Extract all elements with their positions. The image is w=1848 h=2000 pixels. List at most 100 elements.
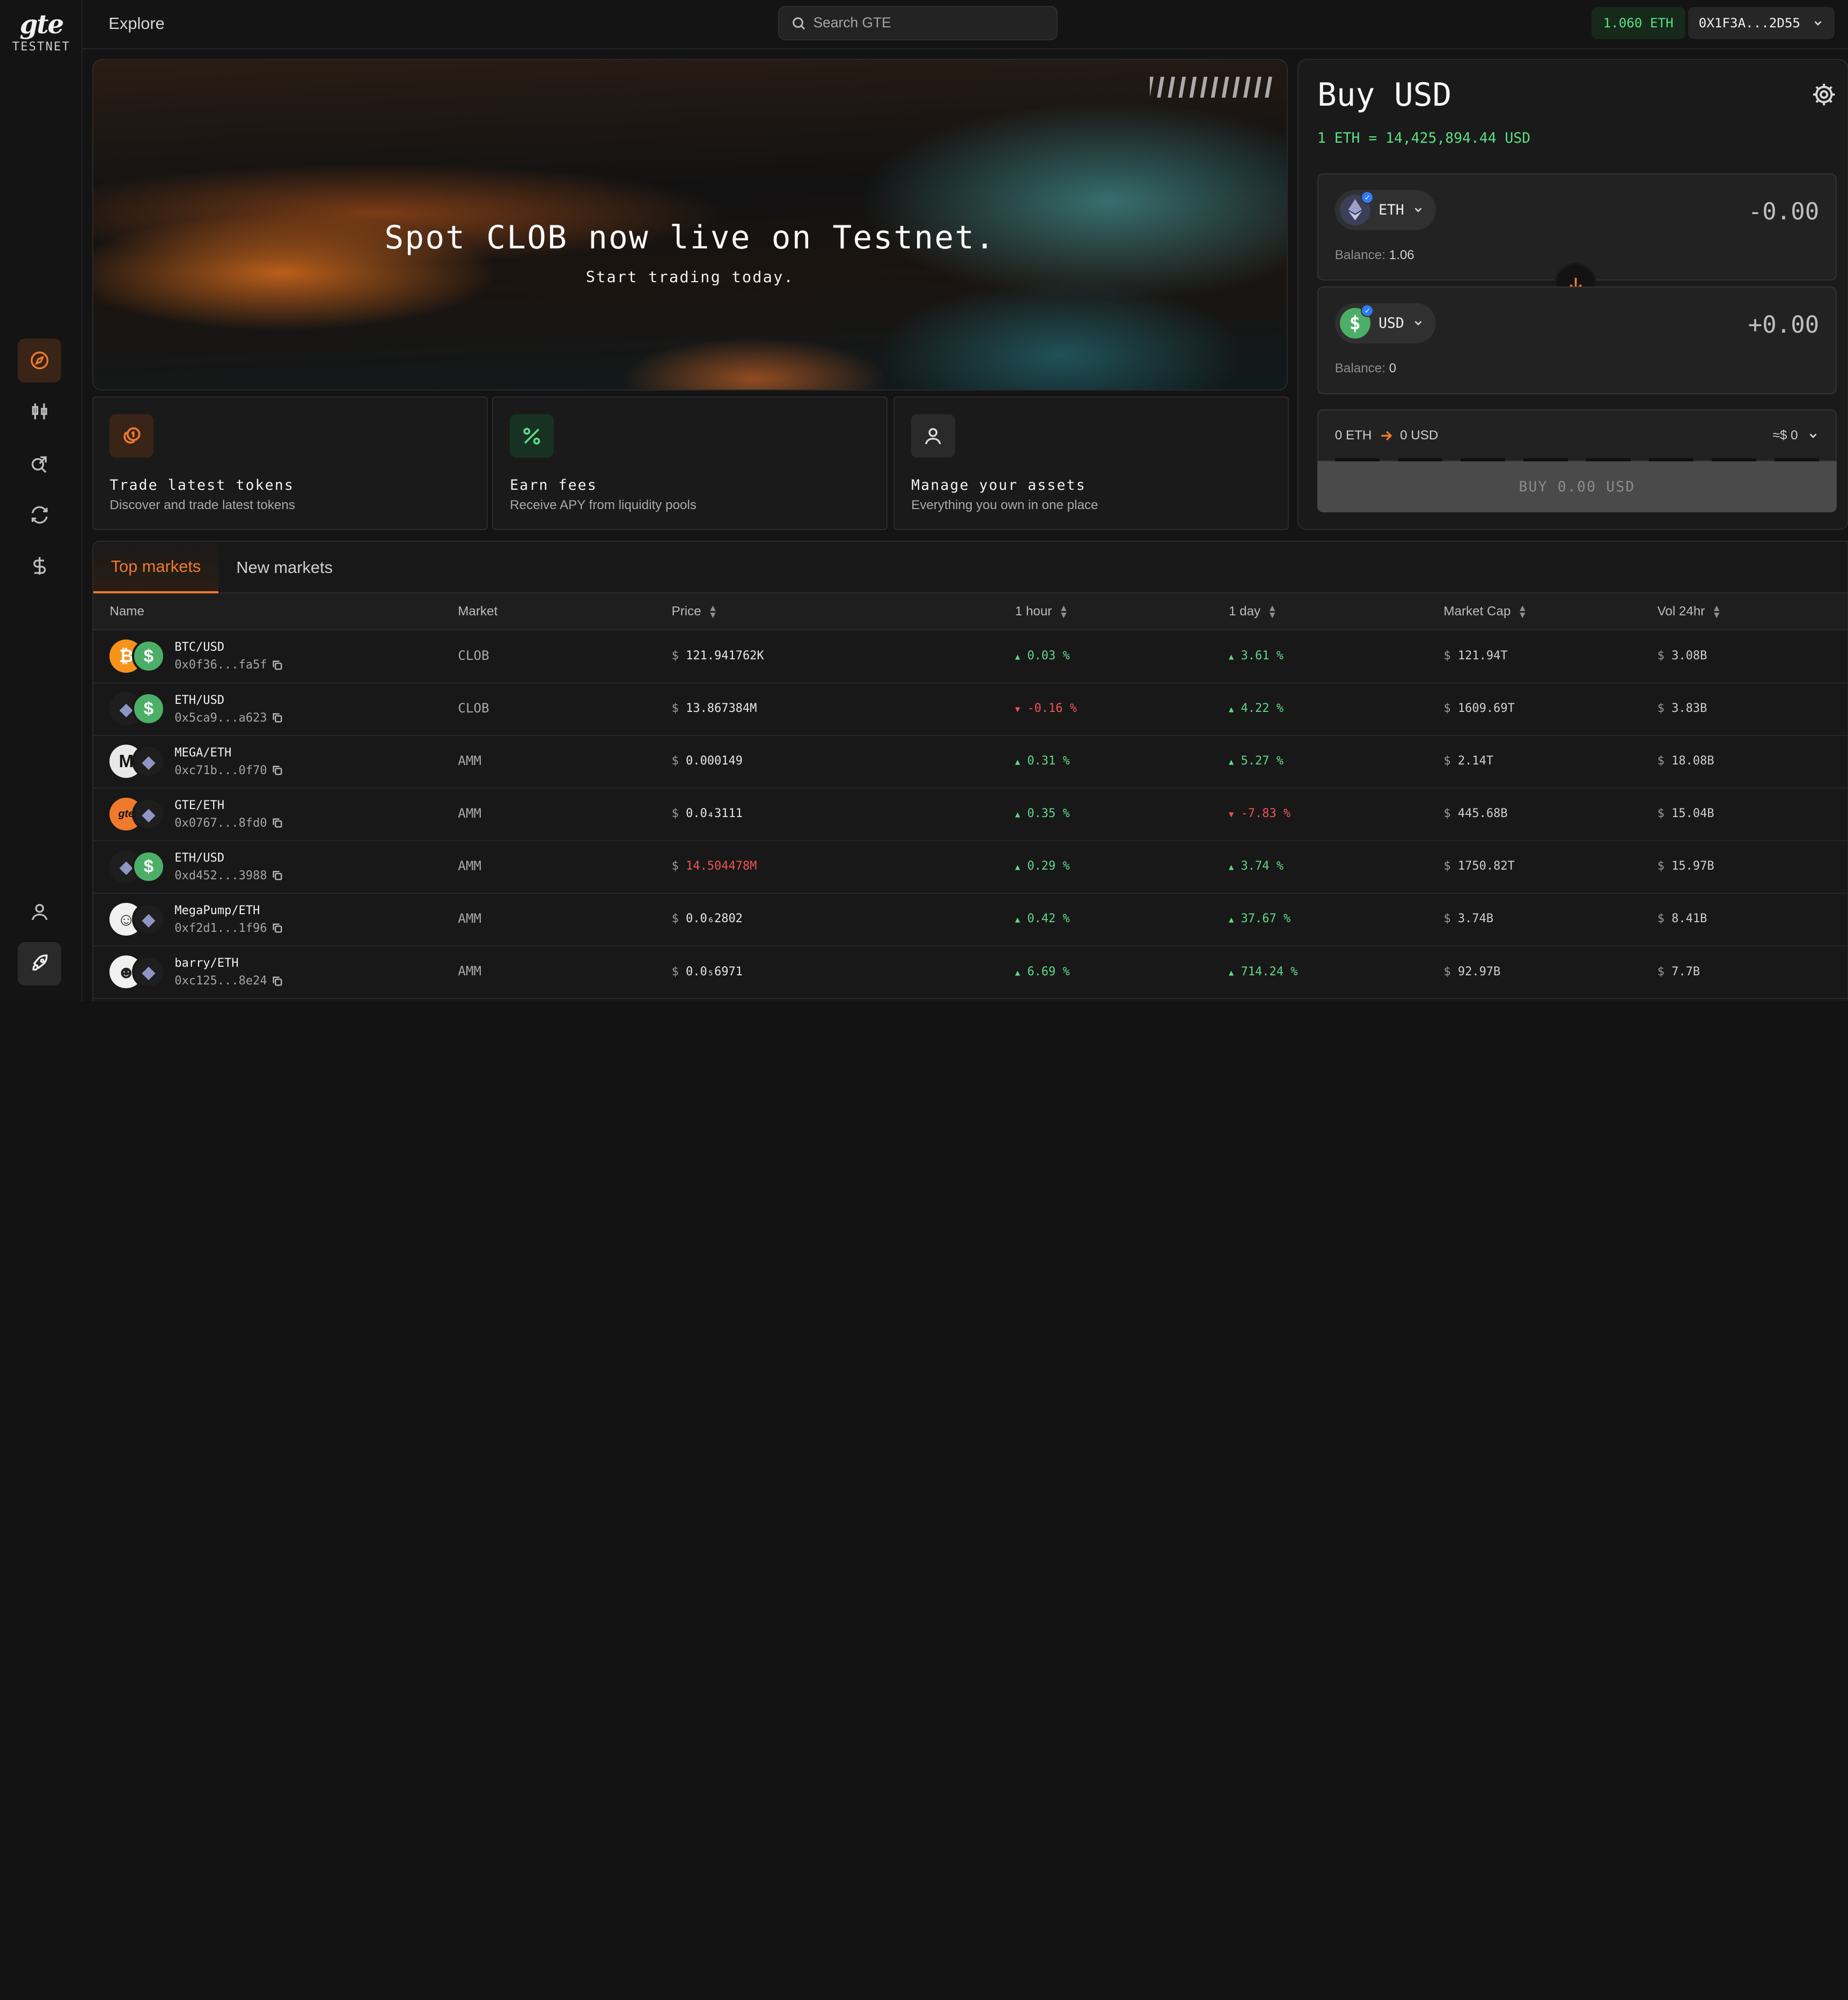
- volume-24h: $ 18.08B: [1658, 754, 1714, 768]
- pair-address-text: 0xd452...3988: [174, 869, 267, 883]
- gear-icon[interactable]: [1811, 82, 1837, 107]
- currency-symbol: $: [1443, 807, 1451, 821]
- col-price[interactable]: Price ▲ ▼: [672, 603, 718, 620]
- pair-name[interactable]: barry/ETH: [174, 957, 238, 970]
- pair-name[interactable]: MEGA/ETH: [174, 746, 231, 760]
- eth-icon: ◆: [132, 955, 165, 989]
- wallet-address: 0X1F3A...2D55: [1698, 15, 1801, 31]
- currency-symbol: $: [671, 965, 679, 979]
- pair-address: 0xc71b...0f70: [174, 764, 283, 777]
- col-mcap[interactable]: Market Cap ▲ ▼: [1443, 603, 1527, 620]
- table-row[interactable]: ☻ ◆ barry/ETH 0xc125...8e24 AMM $ 0.0₅69…: [93, 946, 1848, 999]
- copy-icon[interactable]: [272, 659, 283, 671]
- logo[interactable]: gte TESTNET: [10, 12, 74, 54]
- change-1d-value: 714.24 %: [1241, 965, 1298, 979]
- copy-icon[interactable]: [272, 764, 283, 776]
- nav-swap[interactable]: [18, 494, 61, 537]
- nav-dollar[interactable]: [18, 544, 61, 587]
- nav-earn[interactable]: [18, 442, 61, 485]
- wallet-button[interactable]: 0X1F3A...2D55: [1688, 7, 1835, 39]
- change-1h-value: 6.69 %: [1027, 965, 1070, 979]
- card-earn-fees[interactable]: Earn fees Receive APY from liquidity poo…: [492, 396, 888, 530]
- market-type: AMM: [458, 753, 482, 768]
- market-cap-value: 3.74B: [1457, 912, 1494, 926]
- currency-symbol: $: [1443, 965, 1451, 979]
- copy-icon[interactable]: [272, 922, 283, 934]
- copy-icon[interactable]: [272, 975, 283, 987]
- eth-icon: ◆: [132, 902, 165, 936]
- price-value: 0.000149: [686, 754, 743, 768]
- currency-symbol: $: [1443, 912, 1451, 926]
- candles-icon: [32, 403, 47, 420]
- usd-icon: $: [132, 692, 165, 725]
- card-desc: Everything you own in one place: [911, 498, 1098, 513]
- change-1d-value: 5.27 %: [1241, 754, 1284, 768]
- col-vol[interactable]: Vol 24hr ▲ ▼: [1657, 603, 1721, 620]
- route-summary[interactable]: 0 ETH 0 USD ≈$ 0: [1317, 409, 1837, 462]
- nav-explore[interactable]: [18, 339, 62, 383]
- col-label: Vol 24hr: [1657, 604, 1705, 619]
- table-row[interactable]: ◆ $ ETH/USD 0xd452...3988 AMM $ 14.50447…: [93, 841, 1848, 894]
- card-desc: Discover and trade latest tokens: [109, 498, 295, 513]
- change-1d-value: 4.22 %: [1241, 701, 1284, 715]
- pair-icons: gte ◆: [109, 796, 168, 832]
- chevron-down-icon: [1414, 321, 1422, 326]
- from-token-select[interactable]: ✓ ETH: [1334, 189, 1436, 230]
- card-title: Trade latest tokens: [109, 476, 295, 494]
- dollar-icon: [33, 557, 46, 575]
- search-input[interactable]: [813, 14, 1038, 32]
- currency-symbol: $: [1443, 859, 1451, 873]
- pair-name[interactable]: GTE/ETH: [174, 799, 224, 812]
- triangle-up-icon: ▲: [1015, 862, 1021, 872]
- buy-button[interactable]: BUY 0.00 USD: [1317, 461, 1837, 512]
- table-row[interactable]: M ◆ MEGA/ETH 0xc71b...0f70 AMM $ 0.00014…: [93, 736, 1848, 789]
- nav-trade[interactable]: [18, 389, 61, 433]
- to-token-select[interactable]: $ ✓ USD: [1334, 303, 1436, 343]
- coins-icon: [109, 414, 153, 458]
- pair-name[interactable]: MegaPump/ETH: [174, 904, 260, 917]
- eth-balance-badge[interactable]: 1.060 ETH: [1591, 7, 1685, 39]
- market-tabs: Top markets New markets: [93, 541, 1848, 594]
- copy-icon[interactable]: [272, 870, 283, 881]
- nav-profile[interactable]: [18, 890, 61, 933]
- market-cap: $ 92.97B: [1443, 965, 1500, 979]
- market-type: AMM: [458, 858, 482, 874]
- change-1d: ▲ 3.61 %: [1229, 649, 1284, 663]
- price-cell: $ 121.941762K: [672, 649, 764, 663]
- stripes-decoration: [1150, 76, 1273, 98]
- pair-name[interactable]: BTC/USD: [174, 641, 224, 654]
- pair-name[interactable]: ETH/USD: [174, 851, 224, 865]
- card-manage-assets[interactable]: Manage your assets Everything you own in…: [893, 396, 1289, 530]
- verified-icon: ✓: [1361, 304, 1374, 318]
- hero-banner[interactable]: Spot CLOB now live on Testnet. Start tra…: [92, 59, 1288, 391]
- search-box[interactable]: [778, 6, 1058, 40]
- pair-name[interactable]: ETH/USD: [174, 694, 224, 707]
- to-amount[interactable]: +0.00: [1748, 311, 1819, 339]
- change-1h: ▲ 0.42 %: [1015, 912, 1070, 925]
- pair-address: 0xc125...8e24: [174, 974, 283, 988]
- balance-label: Balance:: [1334, 361, 1385, 376]
- copy-icon[interactable]: [272, 712, 283, 724]
- table-row[interactable]: ◆ $ ETH/USD 0x5ca9...a623 CLOB $ 13.8673…: [93, 683, 1848, 736]
- table-row[interactable]: ☺ ◆ MegaPump/ETH 0xf2d1...1f96 AMM $ 0.0…: [93, 893, 1848, 947]
- col-1h[interactable]: 1 hour ▲ ▼: [1015, 603, 1068, 620]
- tab-new-markets[interactable]: New markets: [218, 542, 350, 594]
- nav-launch[interactable]: [18, 942, 62, 986]
- col-1d[interactable]: 1 day ▲ ▼: [1229, 603, 1277, 620]
- card-trade-tokens[interactable]: Trade latest tokens Discover and trade l…: [92, 396, 488, 530]
- table-header: Name Market Price ▲ ▼ 1 hour ▲ ▼ 1 day ▲ ▼ Mar…: [93, 593, 1848, 630]
- verified-icon: ✓: [1361, 190, 1374, 204]
- tab-top-markets[interactable]: Top markets: [93, 541, 219, 594]
- change-1h: ▲ 6.69 %: [1015, 965, 1070, 979]
- eth-icon: ◆: [132, 797, 165, 831]
- col-label: Name: [109, 604, 144, 619]
- pair-address-text: 0xf2d1...1f96: [174, 921, 267, 935]
- swap-panel: Buy USD 1 ETH = 14,425,894.44 USD ✓ ETH …: [1297, 59, 1848, 530]
- from-amount[interactable]: -0.00: [1748, 198, 1819, 225]
- market-type: AMM: [458, 805, 482, 821]
- triangle-up-icon: ▲: [1228, 757, 1234, 767]
- table-row[interactable]: ₿ $ BTC/USD 0x0f36...fa5f CLOB $ 121.941…: [93, 630, 1848, 683]
- usd-icon: $: [132, 639, 165, 673]
- table-row[interactable]: gte ◆ GTE/ETH 0x0767...8fd0 AMM $ 0.0₄31…: [93, 788, 1848, 841]
- copy-icon[interactable]: [272, 817, 283, 829]
